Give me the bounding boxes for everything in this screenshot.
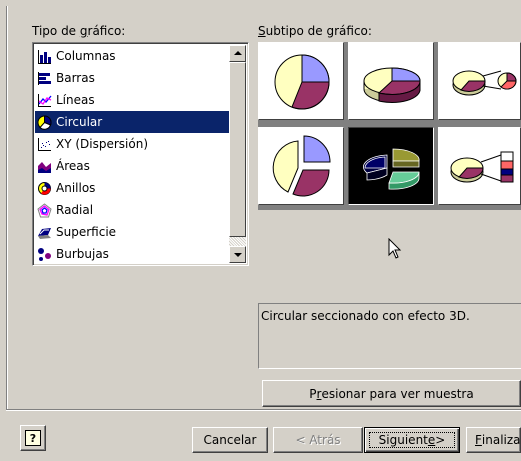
- subtype-bar-of-pie[interactable]: [438, 127, 521, 205]
- subtype-pie[interactable]: [258, 42, 344, 120]
- chart-type-label-accel: g: [79, 24, 88, 38]
- exploded-pie-3d-subtype-icon: [363, 148, 420, 190]
- list-item-lineas[interactable]: Líneas: [35, 89, 229, 111]
- preview-button[interactable]: Pr esionar para ver muestra: [262, 380, 521, 407]
- cancel-button[interactable]: Cancelar: [192, 427, 268, 453]
- list-item-columnas[interactable]: Columnas: [35, 45, 229, 67]
- subtype-label: Subtipo de gráfico:: [258, 24, 372, 38]
- chart-type-label: Tipo de gráfico:: [32, 24, 125, 38]
- list-item-barras[interactable]: Barras: [35, 67, 229, 89]
- subtype-exploded-pie[interactable]: [258, 127, 344, 205]
- list-scrollbar[interactable]: [229, 45, 246, 263]
- list-item-burbujas[interactable]: Burbujas: [35, 243, 229, 265]
- chart-type-label-text: Tipo de: [32, 24, 80, 38]
- subtype-label-rest: ubtipo de gráfico:: [265, 24, 372, 38]
- finish-button[interactable]: Finaliza: [466, 427, 521, 453]
- finish-button-accel: F: [475, 433, 482, 447]
- scatter-chart-icon: [38, 137, 51, 151]
- next-button-text: Siguient: [378, 433, 428, 447]
- subtype-pie-3d[interactable]: [348, 42, 434, 120]
- list-item-label: Circular: [56, 115, 103, 129]
- mouse-cursor-icon: [388, 238, 402, 259]
- list-item-label: Barras: [56, 71, 95, 85]
- column-chart-icon: [37, 48, 52, 64]
- preview-button-text-rest: esionar para ver muestra: [321, 386, 474, 401]
- pie-subtype-icon: [274, 54, 330, 110]
- scroll-down-button[interactable]: [229, 246, 246, 263]
- list-item-label: Radial: [56, 203, 94, 217]
- exploded-pie-subtype-icon: [272, 135, 331, 197]
- list-item-xy[interactable]: XY (Dispersión): [35, 133, 229, 155]
- window-frame: [0, 0, 521, 6]
- list-item-label: Burbujas: [56, 247, 109, 261]
- chart-type-list[interactable]: Columnas Barras Líneas Circular XY (Disp…: [32, 42, 249, 266]
- help-icon: ?: [25, 430, 41, 446]
- list-item-label: Áreas: [56, 159, 90, 173]
- area-chart-icon: [38, 161, 51, 173]
- list-item-label: XY (Dispersión): [56, 137, 149, 151]
- surface-chart-icon: [38, 227, 51, 239]
- dialog-separator: [6, 409, 521, 411]
- next-button-text-rest: >: [435, 433, 446, 447]
- finish-button-text: inaliza: [481, 433, 521, 447]
- list-item-areas[interactable]: Áreas: [35, 155, 229, 177]
- list-item-label: Líneas: [56, 93, 95, 107]
- back-button[interactable]: < Atrás: [273, 427, 363, 453]
- pie-of-pie-subtype-icon: [452, 70, 517, 96]
- radar-chart-icon: [37, 202, 52, 217]
- frame-edge: [6, 6, 8, 410]
- list-item-label: Superficie: [56, 225, 117, 239]
- pie-chart-icon: [37, 114, 52, 130]
- line-chart-icon: [38, 93, 52, 107]
- list-item-anillos[interactable]: Anillos: [35, 177, 229, 199]
- subtype-pie-of-pie[interactable]: [438, 42, 521, 120]
- scroll-up-button[interactable]: [229, 45, 246, 62]
- list-item-radial[interactable]: Radial: [35, 199, 229, 221]
- pie-3d-subtype-icon: [363, 67, 421, 103]
- bubble-chart-icon: [38, 247, 51, 261]
- subtype-exploded-pie-3d[interactable]: [348, 127, 434, 205]
- preview-button-text: P: [309, 386, 317, 401]
- next-button-accel: e: [427, 433, 436, 447]
- doughnut-chart-icon: [38, 181, 51, 195]
- list-item-superficie[interactable]: Superficie: [35, 221, 229, 243]
- subtype-description: Circular seccionado con efecto 3D.: [258, 303, 521, 369]
- chart-type-label-rest: ráfico:: [87, 24, 126, 38]
- bar-chart-icon: [38, 71, 51, 85]
- bar-of-pie-subtype-icon: [450, 151, 514, 183]
- next-button[interactable]: Siguient e >: [364, 427, 460, 453]
- subtype-label-accel: S: [258, 24, 266, 38]
- list-item-circular[interactable]: Circular: [35, 111, 229, 133]
- help-button[interactable]: ?: [20, 425, 46, 451]
- list-item-label: Columnas: [56, 49, 116, 63]
- list-item-label: Anillos: [56, 181, 96, 195]
- scroll-thumb[interactable]: [229, 62, 246, 237]
